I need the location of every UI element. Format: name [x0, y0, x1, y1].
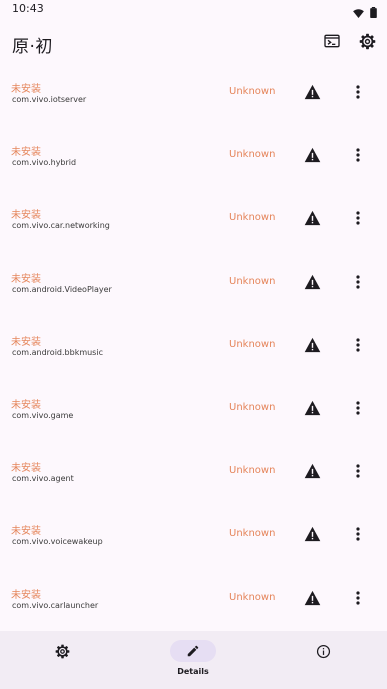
battery-icon: [370, 3, 377, 22]
version-label: Unknown: [229, 338, 276, 350]
more-vert-icon[interactable]: [350, 337, 366, 353]
more-vert-icon[interactable]: [350, 84, 366, 100]
package-name: com.vivo.game: [12, 410, 74, 420]
version-label: Unknown: [229, 591, 276, 603]
info-icon: [300, 640, 346, 662]
warning-icon[interactable]: [304, 84, 321, 100]
version-label: Unknown: [229, 149, 276, 161]
warning-icon[interactable]: [304, 400, 321, 416]
more-vert-icon[interactable]: [350, 210, 366, 226]
app-list: 未安装 com.vivo.iotserver Unknown 未安装 com.vivo.…: [0, 60, 387, 629]
version-label: Unknown: [229, 401, 276, 413]
nav-settings[interactable]: [39, 631, 85, 689]
terminal-icon[interactable]: [322, 31, 342, 51]
warning-icon[interactable]: [304, 274, 321, 290]
bottom-nav: Details: [0, 631, 387, 689]
more-vert-icon[interactable]: [350, 526, 366, 542]
install-status: 未安装: [11, 273, 41, 285]
more-vert-icon[interactable]: [350, 463, 366, 479]
settings-icon[interactable]: [357, 31, 377, 51]
warning-icon[interactable]: [304, 337, 321, 353]
package-name: com.vivo.hybrid: [12, 158, 77, 168]
nav-details[interactable]: Details: [170, 631, 216, 689]
package-name: com.android.bbkmusic: [12, 347, 103, 357]
warning-icon[interactable]: [304, 147, 321, 163]
list-item[interactable]: 未安装 com.vivo.voicewakeup Unknown: [0, 502, 387, 565]
list-item[interactable]: 未安装 com.vivo.hybrid Unknown: [0, 123, 387, 186]
gear-icon: [39, 640, 85, 662]
package-name: com.vivo.carlauncher: [12, 600, 99, 610]
install-status: 未安装: [11, 399, 41, 411]
install-status: 未安装: [11, 210, 41, 222]
install-status: 未安装: [11, 84, 41, 95]
warning-icon[interactable]: [304, 526, 321, 542]
status-time: 10:43: [12, 2, 44, 15]
page-title: 原·初: [12, 37, 53, 57]
install-status: 未安装: [11, 589, 41, 601]
install-status: 未安装: [11, 463, 41, 475]
more-vert-icon[interactable]: [350, 400, 366, 416]
list-item[interactable]: 未安装 com.vivo.game Unknown: [0, 376, 387, 439]
nav-details-label: Details: [177, 667, 209, 676]
package-name: com.android.VideoPlayer: [12, 284, 112, 294]
list-item[interactable]: 未安装 com.android.VideoPlayer Unknown: [0, 250, 387, 313]
list-item[interactable]: 未安装 com.vivo.car.networking Unknown: [0, 186, 387, 249]
wifi-icon: [353, 3, 364, 22]
list-item[interactable]: 未安装 com.android.bbkmusic Unknown: [0, 313, 387, 376]
warning-icon[interactable]: [304, 463, 321, 479]
status-bar: 10:43: [0, 0, 387, 18]
version-label: Unknown: [229, 212, 276, 224]
install-status: 未安装: [11, 147, 41, 159]
package-name: com.vivo.voicewakeup: [12, 537, 103, 547]
warning-icon[interactable]: [304, 210, 321, 226]
warning-icon[interactable]: [304, 590, 321, 606]
install-status: 未安装: [11, 336, 41, 348]
install-status: 未安装: [11, 526, 41, 538]
package-name: com.vivo.car.networking: [12, 221, 110, 231]
more-vert-icon[interactable]: [350, 274, 366, 290]
pencil-icon: [170, 640, 216, 662]
nav-info[interactable]: [300, 631, 346, 689]
more-vert-icon[interactable]: [350, 590, 366, 606]
version-label: Unknown: [229, 465, 276, 477]
version-label: Unknown: [229, 528, 276, 540]
list-item[interactable]: 未安装 com.vivo.carlauncher Unknown: [0, 566, 387, 629]
app-bar: 原·初: [0, 24, 387, 60]
version-label: Unknown: [229, 275, 276, 287]
list-item[interactable]: 未安装 com.vivo.iotserver Unknown: [0, 60, 387, 123]
package-name: com.vivo.agent: [12, 474, 74, 484]
list-item[interactable]: 未安装 com.vivo.agent Unknown: [0, 439, 387, 502]
more-vert-icon[interactable]: [350, 147, 366, 163]
status-icons: [353, 3, 377, 22]
package-name: com.vivo.iotserver: [12, 95, 87, 104]
version-label: Unknown: [229, 86, 276, 97]
